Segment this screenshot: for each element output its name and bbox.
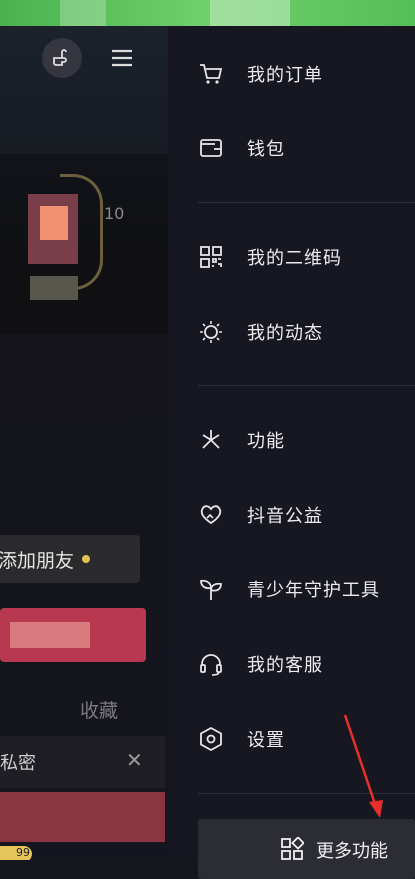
annotation-arrow-icon [343,714,383,818]
